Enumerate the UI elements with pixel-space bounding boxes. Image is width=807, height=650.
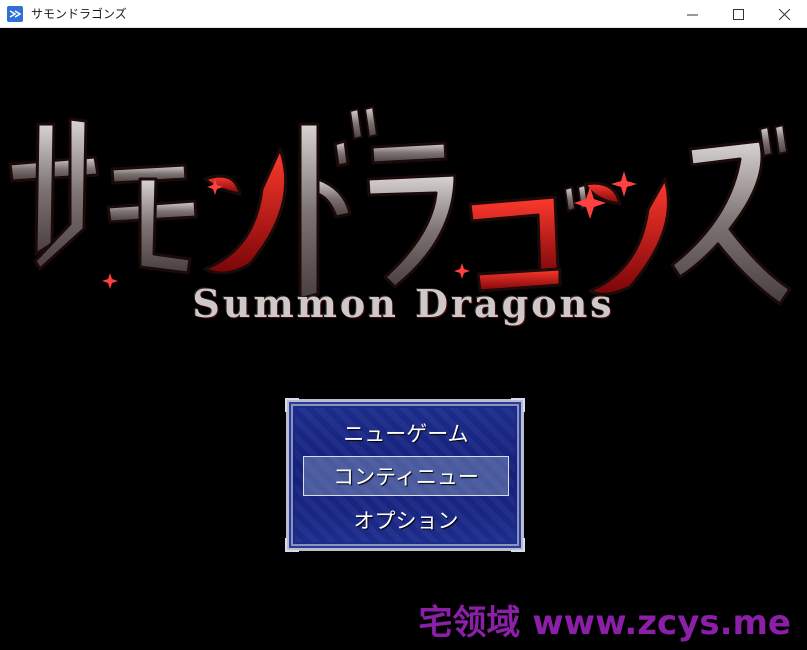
logo-title-strokes: [8, 117, 792, 306]
menu-item-continue[interactable]: コンティニュー: [303, 456, 509, 496]
maximize-icon: [732, 8, 744, 20]
menu-corner-ornament: [511, 398, 525, 412]
game-canvas: Summon Dragons ニューゲーム コンティニュー オプション 宅领域 …: [0, 29, 807, 650]
maximize-button[interactable]: [715, 0, 761, 28]
menu-item-options[interactable]: オプション: [303, 500, 509, 540]
window-controls: [669, 0, 807, 28]
window-title: サモンドラゴンズ: [31, 7, 127, 21]
menu-corner-ornament: [285, 538, 299, 552]
minimize-icon: [686, 14, 698, 15]
title-menu: ニューゲーム コンティニュー オプション: [285, 398, 525, 552]
logo-subtitle: Summon Dragons: [192, 281, 615, 326]
window-titlebar: サモンドラゴンズ: [0, 0, 807, 28]
minimize-button[interactable]: [669, 0, 715, 28]
menu-corner-ornament: [285, 398, 299, 412]
menu-item-new-game[interactable]: ニューゲーム: [303, 413, 509, 453]
menu-corner-ornament: [511, 538, 525, 552]
close-icon: [778, 8, 790, 20]
app-icon: [7, 5, 23, 22]
close-button[interactable]: [761, 0, 807, 28]
watermark-text: 宅领域 www.zcys.me: [418, 603, 791, 643]
